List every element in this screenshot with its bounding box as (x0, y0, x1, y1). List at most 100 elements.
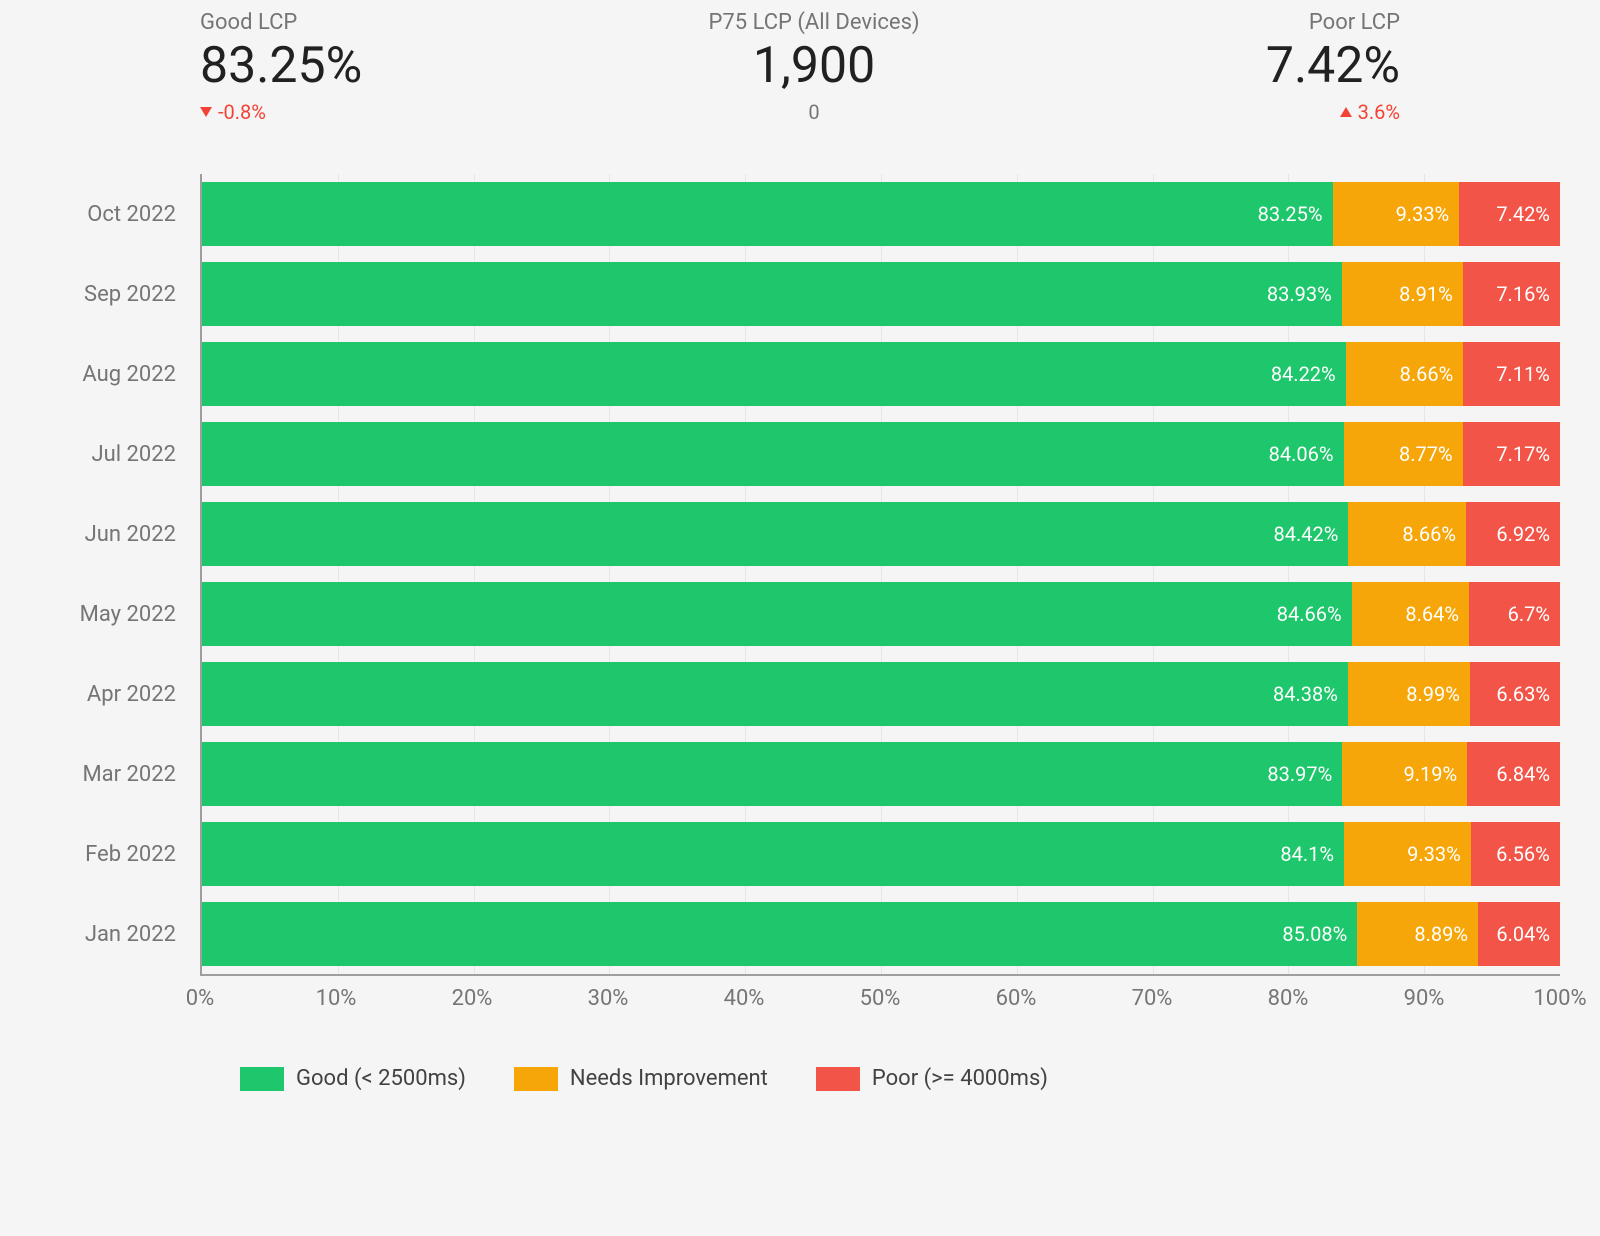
segment-good: 83.97% (202, 742, 1342, 806)
x-tick: 50% (860, 986, 901, 1011)
bar-row: 84.22%8.66%7.11% (202, 334, 1560, 414)
legend-swatch-good (240, 1067, 284, 1091)
segment-poor: 6.84% (1467, 742, 1560, 806)
segment-needs-improvement: 9.33% (1344, 822, 1471, 886)
stat-poor-lcp-delta-text: 3.6% (1358, 100, 1400, 124)
segment-poor: 6.56% (1471, 822, 1560, 886)
x-tick: 30% (588, 986, 629, 1011)
stats-row: Good LCP 83.25% -0.8% P75 LCP (All Devic… (40, 10, 1560, 124)
segment-good: 83.25% (202, 182, 1333, 246)
segment-poor: 6.63% (1470, 662, 1560, 726)
segment-needs-improvement: 9.33% (1333, 182, 1460, 246)
bar-row: 83.97%9.19%6.84% (202, 734, 1560, 814)
y-axis-label: Jul 2022 (40, 414, 200, 494)
y-axis-labels: Oct 2022Sep 2022Aug 2022Jul 2022Jun 2022… (40, 174, 200, 976)
segment-good: 84.22% (202, 342, 1346, 406)
legend-item-good: Good (< 2500ms) (240, 1066, 466, 1091)
segment-needs-improvement: 8.66% (1346, 342, 1464, 406)
bars-container: 83.25%9.33%7.42%83.93%8.91%7.16%84.22%8.… (202, 174, 1560, 974)
segment-poor: 7.17% (1463, 422, 1560, 486)
legend-item-poor: Poor (>= 4000ms) (816, 1066, 1048, 1091)
x-tick: 60% (996, 986, 1037, 1011)
y-axis-label: Feb 2022 (40, 814, 200, 894)
x-axis-row: 0%10%20%30%40%50%60%70%80%90%100% (40, 976, 1560, 1018)
legend-swatch-poor (816, 1067, 860, 1091)
x-tick: 90% (1404, 986, 1445, 1011)
bar-row: 85.08%8.89%6.04% (202, 894, 1560, 974)
legend-row: Good (< 2500ms) Needs Improvement Poor (… (40, 1018, 1560, 1091)
stacked-bar: 83.93%8.91%7.16% (202, 262, 1560, 326)
stat-good-lcp: Good LCP 83.25% -0.8% (200, 10, 362, 124)
segment-poor: 6.7% (1469, 582, 1560, 646)
segment-good: 84.1% (202, 822, 1344, 886)
stat-good-lcp-label: Good LCP (200, 10, 297, 35)
segment-poor: 6.92% (1466, 502, 1560, 566)
chart-body: Oct 2022Sep 2022Aug 2022Jul 2022Jun 2022… (40, 174, 1560, 976)
segment-needs-improvement: 8.77% (1344, 422, 1463, 486)
stat-good-lcp-value: 83.25% (200, 39, 362, 94)
stacked-bar: 83.25%9.33%7.42% (202, 182, 1560, 246)
stacked-bar: 84.1%9.33%6.56% (202, 822, 1560, 886)
x-tick: 0% (186, 986, 214, 1011)
segment-good: 84.66% (202, 582, 1352, 646)
x-tick: 80% (1268, 986, 1309, 1011)
bar-row: 84.1%9.33%6.56% (202, 814, 1560, 894)
segment-needs-improvement: 9.19% (1342, 742, 1467, 806)
legend-item-ni: Needs Improvement (514, 1066, 768, 1091)
segment-good: 84.06% (202, 422, 1344, 486)
y-axis-label: Aug 2022 (40, 334, 200, 414)
stat-p75-lcp: P75 LCP (All Devices) 1,900 0 (709, 10, 920, 124)
arrow-up-icon (1340, 107, 1352, 117)
stacked-bar: 84.38%8.99%6.63% (202, 662, 1560, 726)
segment-poor: 7.42% (1459, 182, 1560, 246)
x-tick: 10% (316, 986, 357, 1011)
segment-needs-improvement: 8.99% (1348, 662, 1470, 726)
stat-poor-lcp-value: 7.42% (1266, 39, 1400, 94)
stat-p75-lcp-label: P75 LCP (All Devices) (709, 10, 920, 35)
segment-needs-improvement: 8.64% (1352, 582, 1469, 646)
segment-needs-improvement: 8.89% (1357, 902, 1478, 966)
stacked-bar: 84.66%8.64%6.7% (202, 582, 1560, 646)
y-axis-label: Mar 2022 (40, 734, 200, 814)
segment-needs-improvement: 8.91% (1342, 262, 1463, 326)
segment-good: 83.93% (202, 262, 1342, 326)
bar-row: 84.42%8.66%6.92% (202, 494, 1560, 574)
legend-label-ni: Needs Improvement (570, 1066, 768, 1091)
x-tick: 20% (452, 986, 493, 1011)
y-axis-label: Jan 2022 (40, 894, 200, 974)
stacked-bar: 83.97%9.19%6.84% (202, 742, 1560, 806)
legend-label-poor: Poor (>= 4000ms) (872, 1066, 1048, 1091)
bar-row: 84.06%8.77%7.17% (202, 414, 1560, 494)
segment-good: 84.38% (202, 662, 1348, 726)
stat-poor-lcp-label: Poor LCP (1309, 10, 1400, 35)
segment-poor: 7.16% (1463, 262, 1560, 326)
arrow-down-icon (200, 107, 212, 117)
stacked-bar: 84.06%8.77%7.17% (202, 422, 1560, 486)
bar-row: 84.38%8.99%6.63% (202, 654, 1560, 734)
x-tick: 100% (1533, 986, 1586, 1011)
stacked-bar: 84.42%8.66%6.92% (202, 502, 1560, 566)
y-axis-label: May 2022 (40, 574, 200, 654)
lcp-distribution-chart: Oct 2022Sep 2022Aug 2022Jul 2022Jun 2022… (40, 174, 1560, 1091)
legend: Good (< 2500ms) Needs Improvement Poor (… (200, 1018, 1560, 1091)
stat-p75-lcp-value: 1,900 (753, 39, 875, 94)
stacked-bar: 85.08%8.89%6.04% (202, 902, 1560, 966)
y-axis-label: Oct 2022 (40, 174, 200, 254)
stat-good-lcp-delta-text: -0.8% (218, 100, 266, 124)
segment-poor: 7.11% (1463, 342, 1560, 406)
dashboard-root: Good LCP 83.25% -0.8% P75 LCP (All Devic… (0, 0, 1600, 1141)
stat-poor-lcp-delta: 3.6% (1340, 100, 1400, 124)
segment-good: 85.08% (202, 902, 1357, 966)
segment-good: 84.42% (202, 502, 1348, 566)
stat-p75-lcp-sub: 0 (808, 100, 819, 124)
stat-good-lcp-delta: -0.8% (200, 100, 266, 124)
y-axis-label: Sep 2022 (40, 254, 200, 334)
bar-row: 83.25%9.33%7.42% (202, 174, 1560, 254)
stat-poor-lcp: Poor LCP 7.42% 3.6% (1266, 10, 1400, 124)
bar-row: 84.66%8.64%6.7% (202, 574, 1560, 654)
segment-needs-improvement: 8.66% (1348, 502, 1466, 566)
legend-swatch-ni (514, 1067, 558, 1091)
x-tick: 40% (724, 986, 765, 1011)
stacked-bar: 84.22%8.66%7.11% (202, 342, 1560, 406)
y-axis-label: Apr 2022 (40, 654, 200, 734)
